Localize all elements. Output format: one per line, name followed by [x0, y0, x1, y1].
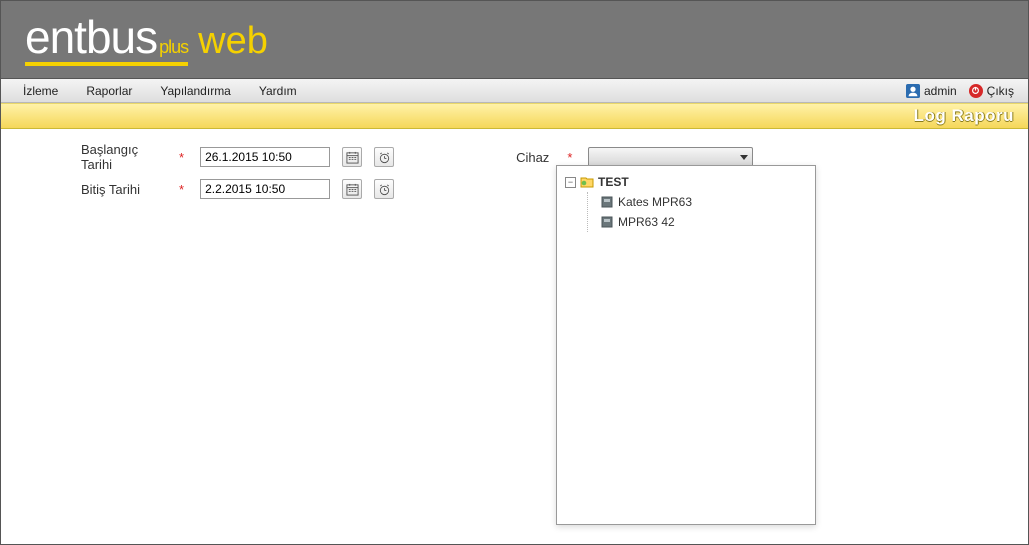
calendar-icon: [346, 151, 359, 164]
brand-bar: entbusplus web: [1, 1, 1028, 79]
chevron-down-icon: [740, 155, 748, 160]
start-date-input[interactable]: [200, 147, 330, 167]
menu-reports-label: Raporlar: [86, 84, 132, 98]
device-required: *: [567, 150, 572, 165]
menu-configuration-label: Yapılandırma: [160, 84, 230, 98]
content-area: Başlangıç Tarihi * Cihaz * Bitiş Tarihi …: [1, 129, 1028, 544]
clock-icon: [378, 183, 391, 196]
start-date-required: *: [179, 150, 184, 165]
tree-leaf-1[interactable]: MPR63 42: [596, 212, 811, 232]
user-icon: [906, 84, 920, 98]
menu-monitoring-label: İzleme: [23, 84, 58, 98]
brand-main: entbusplus: [25, 14, 188, 66]
user-name: admin: [924, 84, 957, 98]
row-start-date: Başlangıç Tarihi * Cihaz *: [21, 143, 1008, 171]
start-date-time-button[interactable]: [374, 147, 394, 167]
end-date-input[interactable]: [200, 179, 330, 199]
logout-label: Çıkış: [987, 84, 1014, 98]
device-icon: [600, 215, 614, 229]
logout-block[interactable]: Çıkış: [963, 84, 1020, 98]
end-date-required: *: [179, 182, 184, 197]
device-label: Cihaz: [516, 150, 549, 165]
brand-lockup: entbusplus web: [25, 14, 268, 66]
tree-children: Kates MPR63 MPR63 42: [587, 192, 811, 232]
app-root: entbusplus web İzleme Raporlar Yapılandı…: [0, 0, 1029, 545]
tree-leaf-0-label: Kates MPR63: [618, 195, 692, 209]
brand-main-text: entbus: [25, 14, 157, 60]
menu-configuration[interactable]: Yapılandırma: [146, 79, 244, 102]
page-title: Log Raporu: [914, 106, 1014, 126]
calendar-icon: [346, 183, 359, 196]
row-end-date: Bitiş Tarihi *: [21, 175, 1008, 203]
menu-help-label: Yardım: [259, 84, 297, 98]
device-tree-panel: − TEST Kates MPR63 MPR63 42: [556, 165, 816, 525]
end-date-time-button[interactable]: [374, 179, 394, 199]
menu-monitoring[interactable]: İzleme: [9, 79, 72, 102]
end-date-calendar-button[interactable]: [342, 179, 362, 199]
menu-reports[interactable]: Raporlar: [72, 79, 146, 102]
tree-root-node[interactable]: − TEST: [561, 172, 811, 192]
page-title-ribbon: Log Raporu: [1, 103, 1028, 129]
end-date-label: Bitiş Tarihi: [21, 182, 161, 197]
folder-icon: [580, 175, 594, 189]
device-icon: [600, 195, 614, 209]
device-dropdown[interactable]: [588, 147, 753, 167]
clock-icon: [378, 151, 391, 164]
brand-suffix: plus: [159, 38, 188, 56]
start-date-label: Başlangıç Tarihi: [21, 142, 161, 172]
start-date-calendar-button[interactable]: [342, 147, 362, 167]
tree-leaf-0[interactable]: Kates MPR63: [596, 192, 811, 212]
tree-root-label: TEST: [598, 175, 629, 189]
power-icon: [969, 84, 983, 98]
user-block[interactable]: admin: [900, 84, 963, 98]
menu-bar: İzleme Raporlar Yapılandırma Yardım admi…: [1, 79, 1028, 103]
tree-leaf-1-label: MPR63 42: [618, 215, 675, 229]
tree-collapse-icon[interactable]: −: [565, 177, 576, 188]
menu-help[interactable]: Yardım: [245, 79, 311, 102]
brand-secondary: web: [198, 20, 268, 63]
